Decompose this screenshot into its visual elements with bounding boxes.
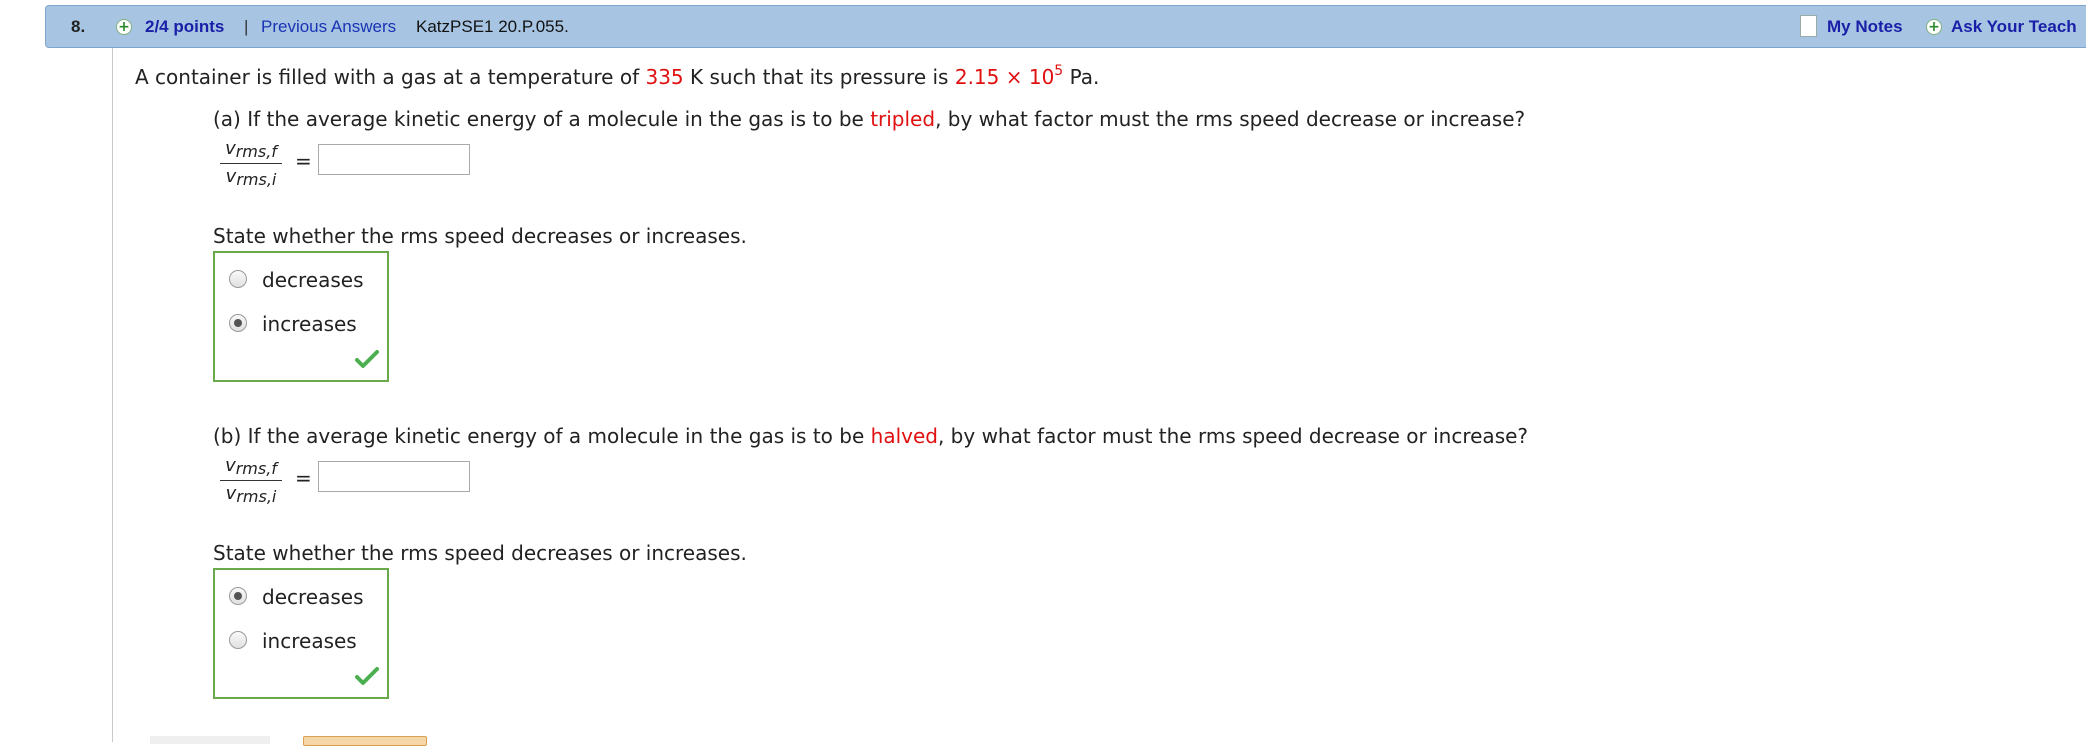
problem-statement: A container is filled with a gas at a te… (135, 63, 1100, 89)
part-a-keyword: tripled (870, 107, 936, 131)
previous-answers-link[interactable]: Previous Answers (261, 17, 396, 37)
part-a-choices: decreases increases (213, 251, 389, 382)
part-b-choices: decreases increases (213, 568, 389, 699)
part-a-answer-input[interactable] (318, 144, 470, 175)
part-a-question-post: , by what factor must the rms speed decr… (935, 107, 1526, 131)
question-number: 8. (71, 17, 86, 36)
intro-mid-text: K such that its pressure is (683, 65, 955, 89)
part-a-question-pre: (a) If the average kinetic energy of a m… (213, 107, 871, 131)
numerator-variable: v (225, 138, 236, 159)
pressure-mantissa: 2.15 × 10 (954, 65, 1055, 89)
partial-bottom-button[interactable] (303, 736, 427, 746)
part-b-option-decreases[interactable]: decreases (262, 585, 363, 609)
ask-teacher-link[interactable]: Ask Your Teach (1951, 17, 2077, 37)
intro-end-text: Pa. (1063, 65, 1100, 89)
temperature-value: 335 (645, 65, 684, 89)
part-b-keyword: halved (870, 424, 938, 448)
problem-code: KatzPSE1 20.P.055. (416, 17, 569, 36)
part-b-ratio-fraction: vrms,f vrms,i (220, 455, 282, 506)
checkmark-icon (355, 350, 379, 368)
checkmark-icon (355, 667, 379, 685)
partial-bottom-label (150, 736, 270, 744)
plus-circle-icon[interactable]: + (116, 19, 132, 35)
part-a-question: (a) If the average kinetic energy of a m… (213, 107, 1525, 131)
part-a-option-decreases[interactable]: decreases (262, 268, 363, 292)
part-b-answer-input[interactable] (318, 461, 470, 492)
equals-sign: = (295, 466, 312, 490)
plus-circle-icon[interactable]: + (1926, 19, 1942, 35)
denominator-subscript: rms,i (236, 487, 277, 506)
fraction-denominator: vrms,i (220, 164, 282, 189)
denominator-variable: v (225, 483, 237, 504)
points-score[interactable]: 2/4 points (145, 17, 224, 37)
part-b-question-post: , by what factor must the rms speed decr… (937, 424, 1529, 448)
pressure-value: 2.15 × 105 (954, 63, 1064, 89)
part-b-question-pre: (b) If the average kinetic energy of a m… (213, 424, 871, 448)
pressure-exponent: 5 (1054, 63, 1064, 79)
radio-icon[interactable] (229, 314, 247, 332)
fraction-denominator: vrms,i (220, 481, 282, 506)
intro-text: A container is filled with a gas at a te… (135, 65, 646, 89)
numerator-subscript: rms,f (235, 142, 277, 161)
radio-icon[interactable] (229, 270, 247, 288)
separator: | (244, 17, 249, 36)
equals-sign: = (295, 149, 312, 173)
fraction-numerator: vrms,f (220, 455, 282, 481)
part-b-option-increases[interactable]: increases (262, 629, 357, 653)
part-b-state-prompt: State whether the rms speed decreases or… (213, 541, 747, 565)
radio-icon[interactable] (229, 631, 247, 649)
my-notes-link[interactable]: My Notes (1827, 17, 1903, 37)
question-header: 8. + 2/4 points | Previous Answers KatzP… (45, 5, 2086, 48)
part-a-ratio-fraction: vrms,f vrms,i (220, 138, 282, 189)
numerator-variable: v (225, 455, 236, 476)
notes-icon[interactable] (1800, 15, 1817, 37)
denominator-variable: v (225, 166, 237, 187)
radio-icon[interactable] (229, 587, 247, 605)
numerator-subscript: rms,f (235, 459, 277, 478)
part-a-state-prompt: State whether the rms speed decreases or… (213, 224, 747, 248)
part-b-question: (b) If the average kinetic energy of a m… (213, 424, 1528, 448)
part-a-option-increases[interactable]: increases (262, 312, 357, 336)
denominator-subscript: rms,i (236, 170, 277, 189)
content-divider (112, 48, 113, 742)
fraction-numerator: vrms,f (220, 138, 282, 164)
